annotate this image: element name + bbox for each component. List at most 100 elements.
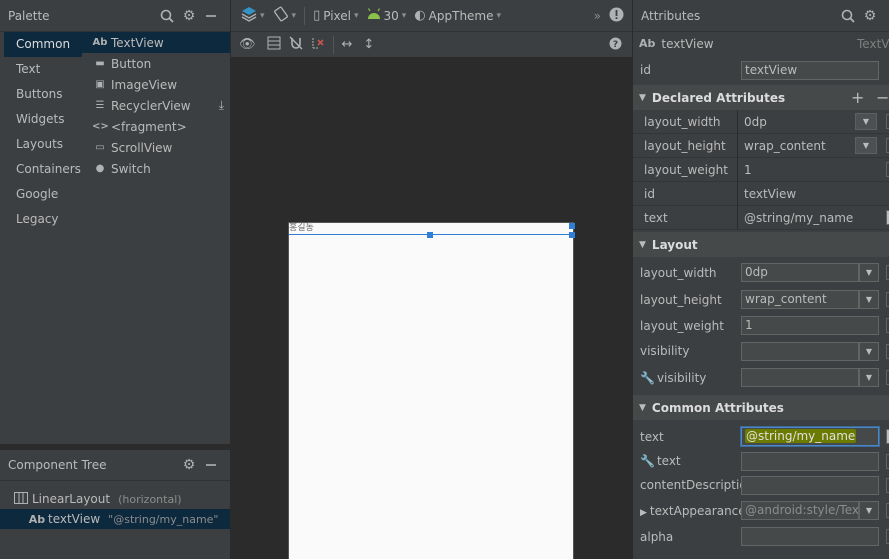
view-options-button[interactable]: 👁 bbox=[235, 33, 263, 57]
warnings-button[interactable] bbox=[605, 4, 628, 28]
common-attributes-header[interactable]: ▼ Common Attributes bbox=[633, 395, 889, 420]
remove-icon[interactable]: − bbox=[876, 88, 889, 107]
api-level-label: 30 bbox=[383, 8, 399, 23]
orientation-button[interactable]: ▾ bbox=[269, 4, 301, 28]
layers-button[interactable]: ▾ bbox=[237, 4, 269, 28]
category-buttons[interactable]: Buttons bbox=[4, 82, 82, 107]
text-field[interactable]: @string/my_name bbox=[741, 427, 879, 446]
magnet-off-icon bbox=[289, 36, 303, 53]
theme-label: AppTheme bbox=[428, 8, 494, 23]
visibility-field[interactable] bbox=[741, 341, 859, 361]
alpha-field[interactable] bbox=[741, 527, 879, 546]
attr-value[interactable]: wrap_content bbox=[744, 139, 826, 153]
layout-weight-field[interactable]: 1 bbox=[741, 316, 879, 335]
palette-item-scrollview[interactable]: ▭ ScrollView bbox=[82, 137, 230, 158]
resize-handle[interactable] bbox=[427, 232, 433, 238]
device-preview[interactable]: 홍길동 bbox=[288, 222, 575, 559]
text-row: text @string/my_name bbox=[633, 424, 889, 449]
minimize-icon[interactable] bbox=[200, 454, 222, 476]
chevron-down-icon[interactable]: ▼ bbox=[855, 113, 877, 130]
declared-row[interactable]: id textView bbox=[633, 182, 889, 206]
svg-text:?: ? bbox=[613, 40, 618, 50]
layout-height-field[interactable]: wrap_content bbox=[741, 290, 859, 309]
declared-row[interactable]: layout_width 0dp ▼ bbox=[633, 110, 889, 134]
attributes-panel: Attributes ⚙ Ab textView TextView id tex… bbox=[632, 0, 889, 559]
tree-row-linearlayout[interactable]: LinearLayout (horizontal) bbox=[0, 489, 230, 509]
expand-horizontal-button[interactable]: ↔ bbox=[338, 33, 360, 57]
chevron-down-icon[interactable]: ▼ bbox=[859, 368, 879, 387]
category-layouts[interactable]: Layouts bbox=[4, 132, 82, 157]
content-description-field[interactable] bbox=[741, 475, 879, 495]
minimize-icon[interactable] bbox=[200, 5, 222, 27]
attr-name: text bbox=[644, 210, 668, 225]
download-icon[interactable]: ⤓ bbox=[219, 98, 224, 113]
chevron-down-icon[interactable]: ▼ bbox=[855, 137, 877, 154]
autoconnect-button[interactable] bbox=[285, 33, 307, 57]
attr-name: 🔧 visibility bbox=[633, 371, 741, 385]
resize-handle[interactable] bbox=[569, 232, 575, 238]
gear-icon[interactable]: ⚙ bbox=[178, 5, 200, 27]
search-icon[interactable] bbox=[156, 5, 178, 27]
triangle-right-icon[interactable]: ▶ bbox=[640, 508, 647, 518]
palette-item-label: RecyclerView bbox=[111, 98, 191, 113]
overflow-button[interactable]: » bbox=[590, 4, 605, 28]
attr-value[interactable]: @string/my_name bbox=[744, 211, 853, 225]
palette-item-recyclerview[interactable]: ☰ RecyclerView ⤓ bbox=[82, 95, 230, 116]
declared-attributes-header[interactable]: ▼ Declared Attributes + − bbox=[633, 85, 889, 110]
design-canvas[interactable]: 홍길동 bbox=[231, 58, 632, 559]
category-widgets[interactable]: Widgets bbox=[4, 107, 82, 132]
design-toolbar: ▾ ▾ ▯ Pixel ▾ 30 ▾ ◐ AppTheme ▾ » bbox=[231, 0, 632, 32]
api-level-selector[interactable]: 30 ▾ bbox=[363, 4, 411, 28]
chevron-down-icon[interactable]: ▼ bbox=[859, 263, 879, 282]
phone-icon: ▯ bbox=[313, 8, 321, 23]
tools-text-field[interactable] bbox=[741, 451, 879, 471]
help-button[interactable]: ? bbox=[605, 33, 626, 57]
attr-value[interactable]: 0dp bbox=[744, 115, 767, 129]
category-google[interactable]: Google bbox=[4, 182, 82, 207]
attr-value[interactable]: textView bbox=[744, 187, 796, 201]
layout-width-field[interactable]: 0dp bbox=[741, 263, 859, 282]
layout-section-header[interactable]: ▼ Layout bbox=[633, 232, 889, 257]
category-common[interactable]: Common bbox=[4, 32, 82, 57]
palette-item-fragment[interactable]: <> <fragment> bbox=[82, 116, 230, 137]
expand-vertical-button[interactable]: ↕ bbox=[359, 33, 381, 57]
attributes-header: Attributes ⚙ bbox=[633, 0, 889, 32]
chevron-down-icon[interactable]: ▼ bbox=[859, 341, 879, 361]
alpha-row: alpha bbox=[633, 524, 889, 549]
triangle-down-icon: ▼ bbox=[639, 402, 646, 413]
resize-handle[interactable] bbox=[569, 223, 575, 229]
theme-selector[interactable]: ◐ AppTheme ▾ bbox=[410, 4, 505, 28]
palette-item-label: ScrollView bbox=[111, 140, 173, 155]
category-text[interactable]: Text bbox=[4, 57, 82, 82]
attr-name: alpha bbox=[640, 529, 674, 544]
layout-section-title: Layout bbox=[651, 237, 698, 252]
device-selector[interactable]: ▯ Pixel ▾ bbox=[309, 4, 362, 28]
gear-icon[interactable]: ⚙ bbox=[178, 454, 200, 476]
chevron-down-icon[interactable]: ▼ bbox=[859, 290, 879, 309]
declared-row[interactable]: layout_height wrap_content ▼ bbox=[633, 134, 889, 158]
clear-constraints-button[interactable] bbox=[307, 33, 329, 57]
search-icon[interactable] bbox=[837, 5, 859, 27]
add-icon[interactable]: + bbox=[851, 88, 864, 107]
palette-item-switch[interactable]: ● Switch bbox=[82, 158, 230, 179]
common-attributes-title: Common Attributes bbox=[651, 400, 784, 415]
attr-value[interactable]: 1 bbox=[744, 163, 752, 177]
tree-row-meta: "@string/my_name" bbox=[108, 512, 219, 526]
palette-item-imageview[interactable]: ▣ ImageView bbox=[82, 74, 230, 95]
palette-item-textview[interactable]: Ab TextView bbox=[82, 32, 230, 53]
palette-item-button[interactable]: ▬ Button bbox=[82, 53, 230, 74]
tree-row-textview[interactable]: Ab textView "@string/my_name" bbox=[0, 509, 230, 529]
tools-visibility-field[interactable] bbox=[741, 368, 859, 387]
common-attributes: text @string/my_name 🔧 text contentDescrip… bbox=[633, 420, 889, 549]
declared-row[interactable]: layout_weight 1 bbox=[633, 158, 889, 182]
layout-attributes: layout_width 0dp ▼ layout_height wrap_conte… bbox=[633, 257, 889, 391]
text-appearance-field[interactable]: @android:style/Tex bbox=[741, 501, 859, 520]
id-field[interactable]: textView bbox=[741, 60, 879, 80]
blueprint-button[interactable] bbox=[263, 33, 285, 57]
tools-visibility-row: 🔧 visibility ▼ bbox=[633, 364, 889, 391]
declared-row[interactable]: text @string/my_name bbox=[633, 206, 889, 230]
category-legacy[interactable]: Legacy bbox=[4, 207, 82, 232]
gear-icon[interactable]: ⚙ bbox=[859, 5, 881, 27]
chevron-down-icon[interactable]: ▼ bbox=[859, 501, 879, 520]
category-containers[interactable]: Containers bbox=[4, 157, 82, 182]
